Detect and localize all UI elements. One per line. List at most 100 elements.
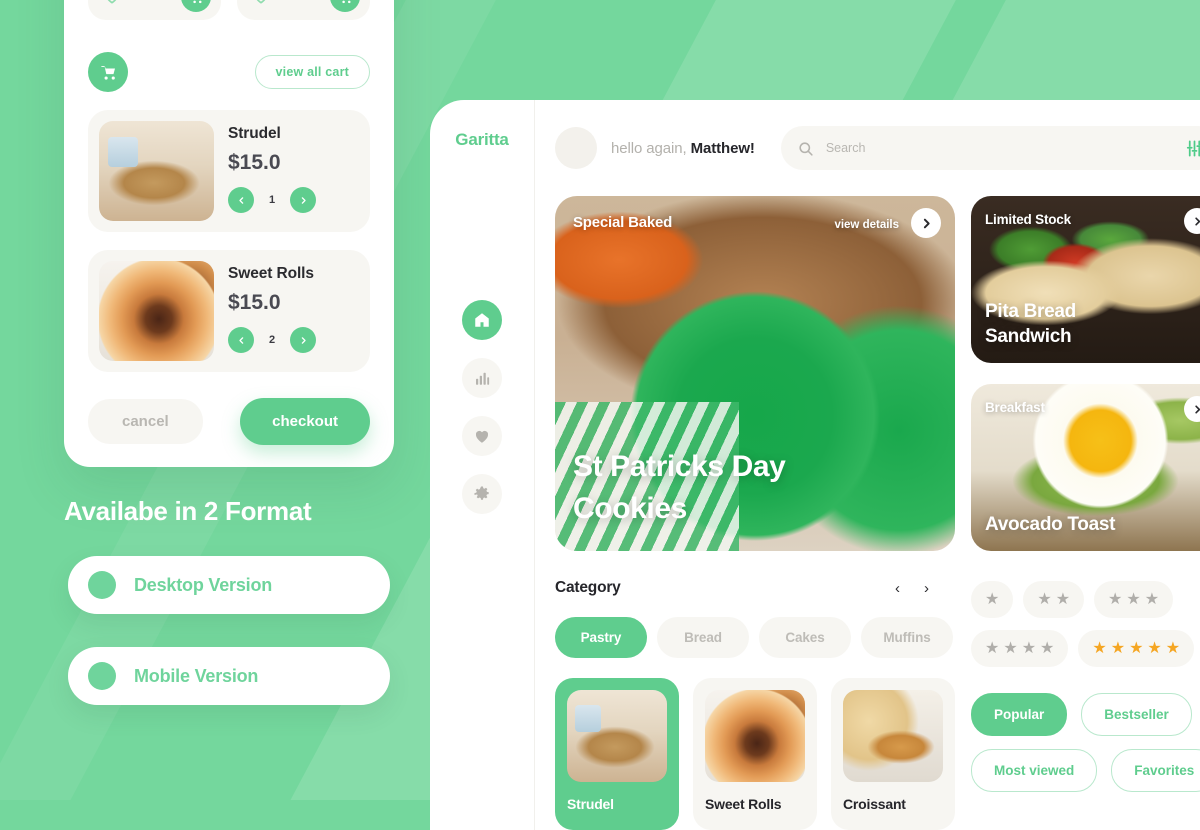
cart-item-quantity-stepper: 2: [228, 327, 359, 353]
heart-outline-icon[interactable]: [251, 0, 271, 6]
side-card-avocado-toast[interactable]: Breakfast Avocado Toast: [971, 384, 1200, 551]
rating-filter-5-star[interactable]: ★★★★★: [1078, 630, 1194, 667]
product-name: Strudel: [567, 796, 667, 812]
hero-title: St Patricks Day Cookies: [573, 446, 903, 529]
view-details-link[interactable]: view details: [834, 219, 899, 231]
product-image: [705, 690, 805, 782]
rating-filter-4-star[interactable]: ★★★★: [971, 630, 1068, 667]
quantity-value: 2: [265, 334, 279, 346]
radio-dot-icon: [88, 571, 116, 599]
avatar[interactable]: [555, 127, 597, 169]
cart-actions: cancel checkout: [88, 398, 370, 445]
quantity-decrease-button[interactable]: [228, 187, 254, 213]
chevron-left-icon: [237, 196, 246, 205]
shopping-cart-icon: [99, 63, 118, 82]
filter-sliders-icon[interactable]: [1185, 139, 1200, 158]
search-icon: [797, 140, 814, 157]
side-card-pita-bread[interactable]: Limited Stock Pita Bread Sandwich: [971, 196, 1200, 363]
product-card-strudel[interactable]: Strudel: [555, 678, 679, 830]
left-column: Special Baked view details St Patricks D…: [555, 196, 955, 830]
category-next-button[interactable]: ›: [924, 581, 929, 596]
format-option-label: Desktop Version: [134, 575, 272, 596]
category-title: Category: [555, 579, 621, 597]
tag-filters: Popular Bestseller Most viewed Favorites: [971, 693, 1200, 792]
cart-item[interactable]: Strudel $15.0 1: [88, 110, 370, 232]
rating-filters: ★ ★★ ★★★ ★★★★ ★★★★★: [971, 581, 1200, 667]
search-input[interactable]: [826, 141, 1185, 155]
star-icon: ★: [1147, 641, 1161, 657]
chevron-right-icon: [1192, 404, 1200, 415]
category-header: Category ‹ ›: [555, 579, 955, 597]
add-to-cart-button[interactable]: [181, 0, 211, 12]
star-icon: ★: [1022, 641, 1036, 657]
category-prev-button[interactable]: ‹: [895, 581, 900, 596]
mini-product-card[interactable]: [237, 0, 370, 20]
sidebar-nav: [462, 300, 502, 514]
star-icon: ★: [1092, 641, 1106, 657]
cart-item-thumbnail: [99, 261, 214, 361]
category-pill-bread[interactable]: Bread: [657, 617, 749, 658]
home-icon: [473, 311, 491, 329]
quantity-decrease-button[interactable]: [228, 327, 254, 353]
format-option-desktop[interactable]: Desktop Version: [68, 556, 390, 614]
tag-bestseller[interactable]: Bestseller: [1081, 693, 1192, 736]
rating-filter-1-star[interactable]: ★: [971, 581, 1013, 618]
format-heading: Availabe in 2 Format: [64, 496, 311, 527]
tag-favorites[interactable]: Favorites: [1111, 749, 1200, 792]
topbar: hello again, Matthew!: [535, 100, 1200, 196]
sidebar-item-settings[interactable]: [462, 474, 502, 514]
star-icon: ★: [1037, 592, 1051, 608]
category-pill-pastry[interactable]: Pastry: [555, 617, 647, 658]
chevron-right-icon: [299, 196, 308, 205]
product-list: Strudel Sweet Rolls Croissant: [555, 678, 955, 830]
star-icon: ★: [1056, 592, 1070, 608]
mini-product-cards: [88, 0, 370, 20]
app-window: Garitta hello again, Matthew!: [430, 100, 1200, 830]
chevron-right-icon: [299, 336, 308, 345]
quantity-increase-button[interactable]: [290, 327, 316, 353]
view-all-cart-button[interactable]: view all cart: [255, 55, 370, 89]
star-icon: ★: [1129, 641, 1143, 657]
chevron-left-icon: [237, 336, 246, 345]
cart-panel: view all cart Strudel $15.0 1 Sweet Roll…: [64, 0, 394, 467]
category-pill-muffins[interactable]: Muffins: [861, 617, 953, 658]
tag-popular[interactable]: Popular: [971, 693, 1067, 736]
checkout-button[interactable]: checkout: [240, 398, 370, 445]
brand-logo: Garitta: [455, 130, 508, 150]
gear-icon: [473, 485, 491, 503]
format-option-mobile[interactable]: Mobile Version: [68, 647, 390, 705]
hero-card[interactable]: Special Baked view details St Patricks D…: [555, 196, 955, 551]
product-name: Croissant: [843, 796, 943, 812]
rating-filter-3-star[interactable]: ★★★: [1094, 581, 1173, 618]
hero-next-button[interactable]: [911, 208, 941, 238]
star-icon: ★: [985, 592, 999, 608]
shopping-cart-icon: [338, 0, 353, 5]
product-name: Sweet Rolls: [705, 796, 805, 812]
rating-filter-2-star[interactable]: ★★: [1023, 581, 1084, 618]
mini-product-card[interactable]: [88, 0, 221, 20]
cart-item-quantity-stepper: 1: [228, 187, 359, 213]
right-column: Limited Stock Pita Bread Sandwich Breakf…: [971, 196, 1200, 830]
add-to-cart-button[interactable]: [330, 0, 360, 12]
cancel-button[interactable]: cancel: [88, 399, 203, 444]
tag-most-viewed[interactable]: Most viewed: [971, 749, 1097, 792]
heart-filled-icon: [473, 427, 491, 445]
app-main: hello again, Matthew! Special Baked view…: [535, 100, 1200, 830]
product-card-croissant[interactable]: Croissant: [831, 678, 955, 830]
cart-fab-button[interactable]: [88, 52, 128, 92]
category-pill-cakes[interactable]: Cakes: [759, 617, 851, 658]
star-icon: ★: [1145, 592, 1159, 608]
cart-panel-header: view all cart: [88, 52, 370, 92]
cart-item-price: $15.0: [228, 291, 359, 315]
sidebar-item-stats[interactable]: [462, 358, 502, 398]
search-bar[interactable]: [781, 126, 1200, 170]
sidebar-item-favorites[interactable]: [462, 416, 502, 456]
radio-dot-icon: [88, 662, 116, 690]
cart-item-name: Strudel: [228, 125, 359, 143]
cart-item[interactable]: Sweet Rolls $15.0 2: [88, 250, 370, 372]
quantity-increase-button[interactable]: [290, 187, 316, 213]
star-icon: ★: [1166, 641, 1180, 657]
heart-outline-icon[interactable]: [102, 0, 122, 6]
sidebar-item-home[interactable]: [462, 300, 502, 340]
product-card-sweet-rolls[interactable]: Sweet Rolls: [693, 678, 817, 830]
